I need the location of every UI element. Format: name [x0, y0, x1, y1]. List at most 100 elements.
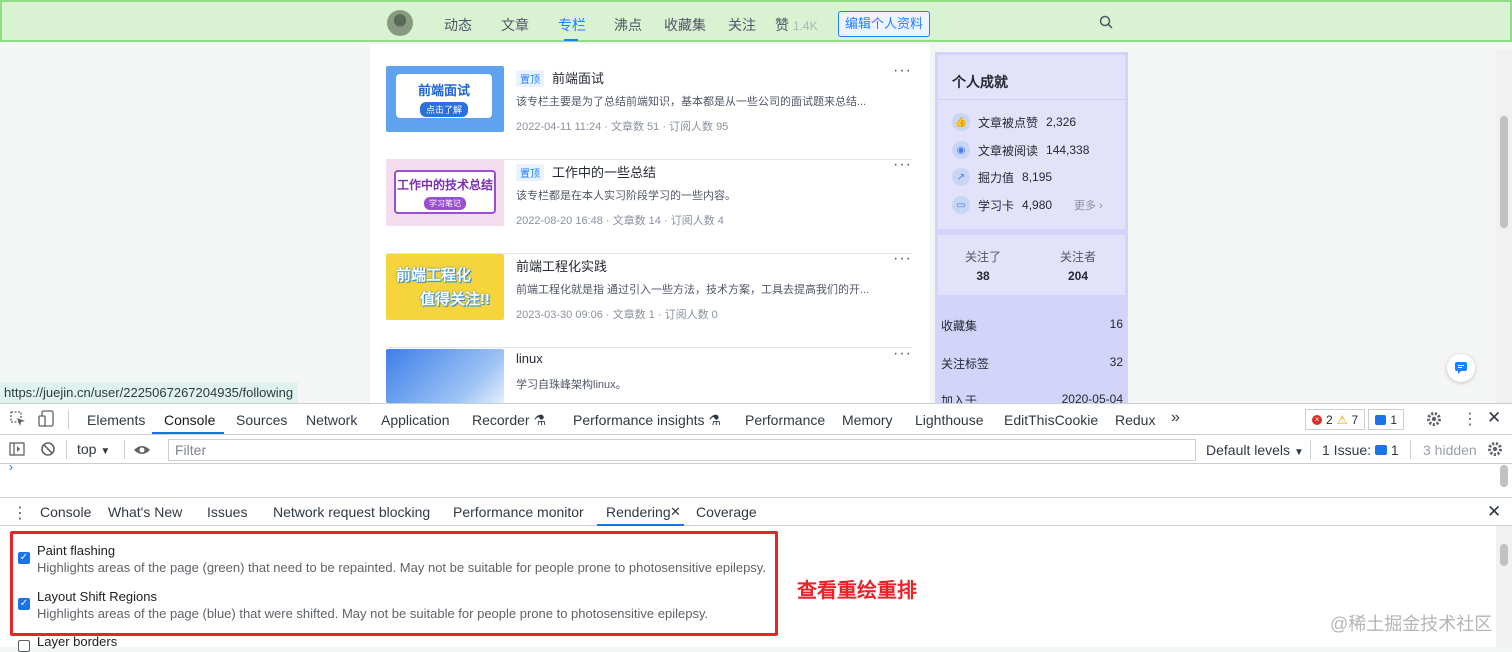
page-scrollbar[interactable] [1496, 50, 1512, 403]
column-title[interactable]: 前端工程化实践 [516, 256, 607, 275]
tab-console[interactable]: Console [164, 412, 215, 428]
close-tab-icon[interactable]: ✕ [670, 504, 681, 520]
tab-lighthouse[interactable]: Lighthouse [915, 412, 984, 428]
list-item[interactable]: 前端面试 点击了解 置顶 前端面试 该专栏主要是为了总结前端知识，基本都是从一些公… [386, 62, 912, 160]
divider [124, 440, 125, 459]
context-value: top [77, 441, 97, 457]
drawer-scrollbar[interactable] [1496, 526, 1512, 648]
close-drawer-icon[interactable]: ✕ [1487, 502, 1501, 522]
edit-profile-button[interactable]: 编辑个人资料 [838, 11, 930, 37]
tab-sources[interactable]: Sources [236, 412, 287, 428]
tab-recorder[interactable]: Recorder ⚗ [472, 412, 546, 429]
error-count: 2 [1326, 412, 1333, 427]
log-levels-dropdown[interactable]: Default levels ▼ [1206, 442, 1304, 458]
link-status-tooltip: https://juejin.cn/user/2225067267204935/… [0, 382, 299, 403]
column-title-text: 前端面试 [552, 71, 605, 86]
row-label: 收藏集 [941, 319, 978, 333]
message-icon [1375, 414, 1387, 425]
issue-icon [1374, 445, 1387, 455]
tab-elements[interactable]: Elements [87, 412, 145, 428]
highlight-annotation-box [10, 531, 778, 636]
message-counter[interactable]: 1 [1368, 409, 1404, 430]
inspect-icon[interactable] [10, 411, 26, 432]
console-filter-input[interactable]: Filter [168, 439, 1196, 461]
tab-memory[interactable]: Memory [842, 412, 893, 428]
nav-follow[interactable]: 关注 [728, 15, 756, 35]
context-selector[interactable]: top ▼ [77, 441, 110, 457]
list-item[interactable]: 前端工程化 值得关注!! 前端工程化实践 前端工程化就是指 通过引入一些方法，技… [386, 250, 912, 348]
more-icon[interactable]: ··· [893, 62, 912, 80]
settings-gear-icon[interactable] [1425, 410, 1443, 433]
scrollbar-thumb[interactable] [1500, 544, 1508, 566]
kebab-menu-icon[interactable]: ⋮ [1462, 409, 1478, 429]
tab-performance-insights-label: Performance insights [573, 412, 705, 428]
tab-editthiscookie[interactable]: EditThisCookie [1004, 412, 1098, 428]
row-label: 关注标签 [941, 357, 990, 371]
issues-label: 1 Issue: [1322, 442, 1372, 458]
tab-performance-insights[interactable]: Performance insights ⚗ [573, 412, 721, 429]
tab-application[interactable]: Application [381, 412, 450, 428]
nav-articles[interactable]: 文章 [501, 15, 529, 35]
column-meta: 2022-04-11 11:24 · 文章数 51 · 订阅人数 95 [516, 121, 729, 133]
device-toolbar-icon[interactable] [38, 410, 56, 433]
warning-count: 7 [1351, 412, 1359, 427]
top-navigation: 动态 文章 专栏 沸点 收藏集 关注 赞 1.4K 编辑个人资料 [0, 0, 1512, 42]
nav-columns[interactable]: 专栏 [558, 15, 586, 35]
drawer-tab-console[interactable]: Console [40, 504, 91, 520]
followers[interactable]: 关注者 204 [1033, 248, 1123, 283]
thumb-up-icon: 👍 [952, 113, 970, 131]
pinned-badge: 置顶 [516, 70, 544, 87]
console-prompt-icon[interactable]: › [9, 460, 13, 474]
close-devtools-icon[interactable]: ✕ [1487, 408, 1501, 428]
drawer-tab-rendering[interactable]: Rendering [606, 504, 671, 520]
more-icon[interactable]: ··· [893, 250, 912, 268]
nav-likes-label: 赞 [775, 17, 789, 33]
drawer-tab-performance-monitor[interactable]: Performance monitor [453, 504, 584, 520]
drawer-menu-icon[interactable]: ⋮ [12, 503, 28, 523]
console-scrollbar-thumb[interactable] [1500, 465, 1508, 487]
layer-borders-checkbox[interactable] [18, 640, 30, 652]
eye-icon[interactable] [133, 443, 151, 461]
tab-performance[interactable]: Performance [745, 412, 825, 428]
following[interactable]: 关注了 38 [938, 248, 1028, 283]
collections-row[interactable]: 收藏集 16 [941, 317, 1123, 334]
nav-dynamics[interactable]: 动态 [444, 15, 472, 35]
drawer-tabbar: ⋮ Console What's New Issues Network requ… [0, 497, 1512, 526]
divider [1410, 440, 1411, 459]
nav-pins[interactable]: 沸点 [614, 15, 642, 35]
column-description: 该专栏都是在本人实习阶段学习的一些内容。 [516, 190, 736, 202]
more-icon[interactable]: ··· [893, 345, 912, 363]
tab-network[interactable]: Network [306, 412, 357, 428]
list-item[interactable]: 工作中的技术总结 学习笔记 置顶 工作中的一些总结 该专栏都是在本人实习阶段学习的… [386, 156, 912, 254]
row-value: 32 [1109, 355, 1123, 369]
list-item[interactable]: linux 学习自珠峰架构linux。 ··· [386, 345, 912, 403]
drawer-tab-network-request-blocking[interactable]: Network request blocking [273, 504, 430, 520]
clear-console-icon[interactable] [40, 441, 56, 462]
search-icon[interactable] [1099, 15, 1113, 34]
divider [66, 440, 67, 459]
console-settings-gear-icon[interactable] [1486, 440, 1504, 463]
achievements-title: 个人成就 [952, 74, 1008, 90]
more-link[interactable]: 更多 › [1074, 197, 1103, 213]
tags-row[interactable]: 关注标签 32 [941, 355, 1123, 372]
column-title-text: linux [516, 351, 543, 366]
nav-collections[interactable]: 收藏集 [664, 15, 706, 35]
more-tabs-icon[interactable]: » [1171, 409, 1180, 427]
sidebar-toggle-icon[interactable] [9, 442, 25, 461]
thumbnail-text: 工作中的技术总结 [396, 178, 493, 192]
drawer-tab-coverage[interactable]: Coverage [696, 504, 757, 520]
tab-redux[interactable]: Redux [1115, 412, 1155, 428]
nav-likes[interactable]: 赞 1.4K [775, 15, 818, 35]
scrollbar-thumb[interactable] [1500, 116, 1508, 228]
drawer-tab-whats-new[interactable]: What's New [108, 504, 182, 520]
more-icon[interactable]: ··· [893, 156, 912, 174]
drawer-tab-issues[interactable]: Issues [207, 504, 247, 520]
issues-link[interactable]: 1 Issue: 1 [1322, 442, 1399, 458]
column-title[interactable]: linux [516, 351, 543, 366]
error-warning-counter[interactable]: × 2 ⚠ 7 [1305, 409, 1366, 430]
column-title[interactable]: 置顶 前端面试 [516, 68, 604, 87]
chat-icon[interactable] [1447, 354, 1475, 382]
column-title[interactable]: 置顶 工作中的一些总结 [516, 162, 656, 181]
column-description: 该专栏主要是为了总结前端知识，基本都是从一些公司的面试题来总结... [516, 96, 867, 108]
avatar[interactable] [387, 10, 413, 36]
